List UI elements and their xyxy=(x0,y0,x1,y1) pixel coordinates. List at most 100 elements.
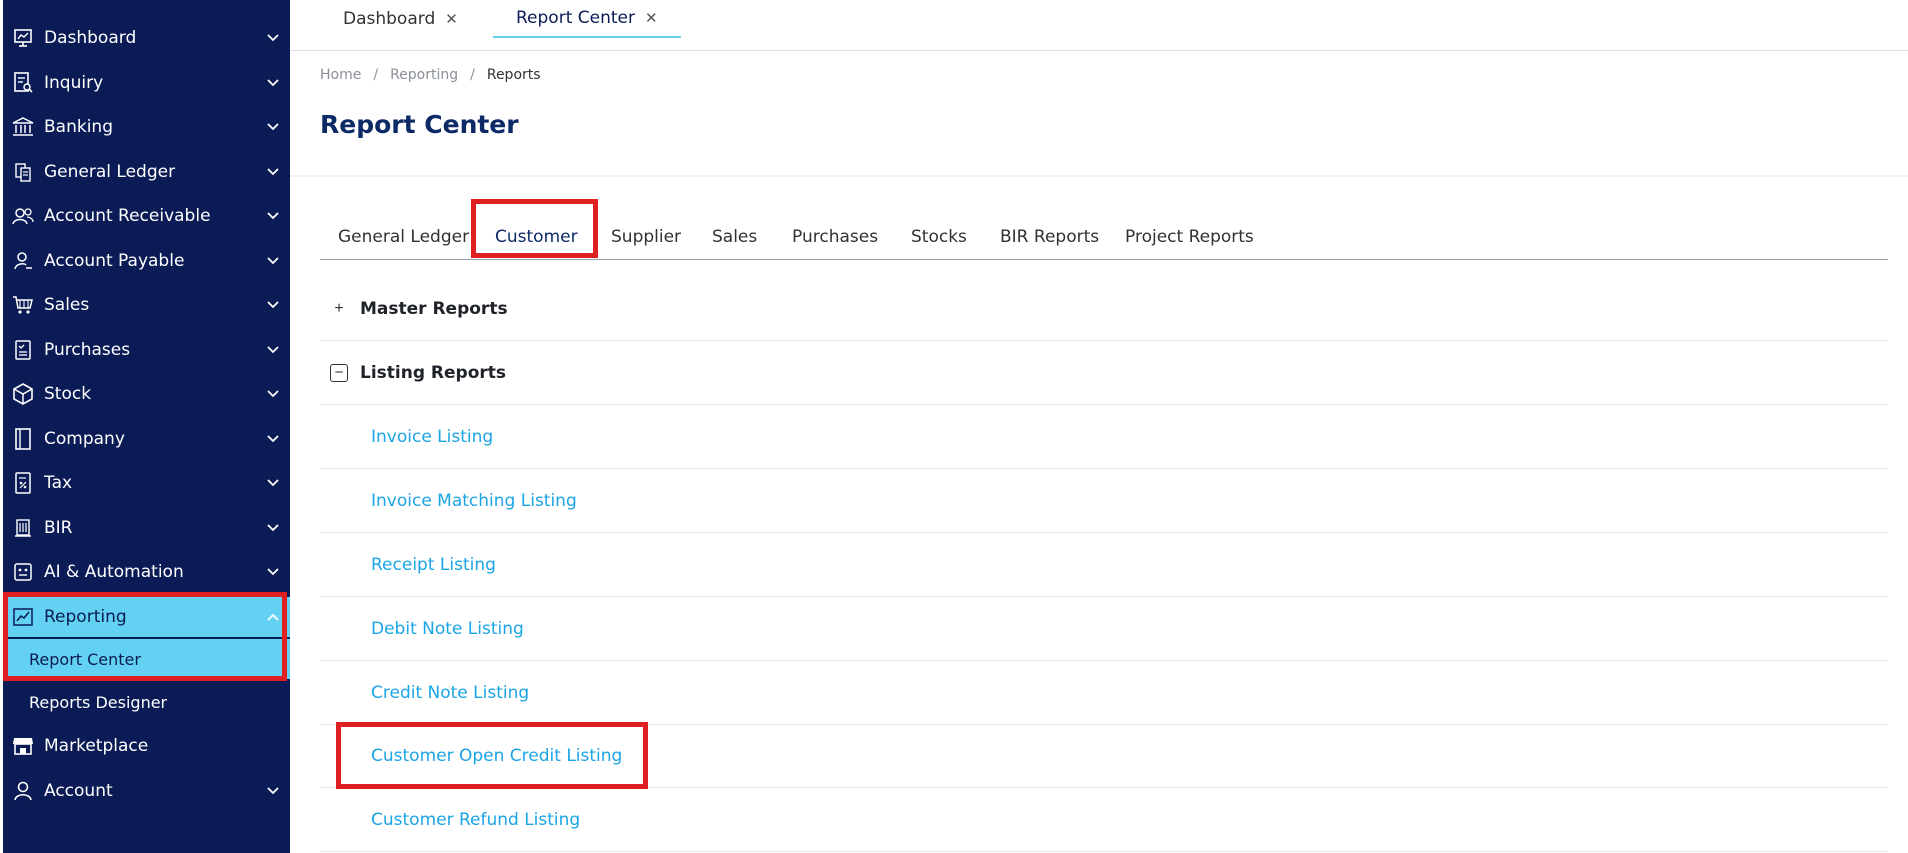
sidebar-item-account-receivable[interactable]: Account Receivable xyxy=(3,196,290,236)
sidebar-item-account[interactable]: Account xyxy=(3,771,290,811)
chart-icon xyxy=(12,606,34,628)
report-row: Customer Refund Listing xyxy=(320,788,1888,852)
chevron-down-icon xyxy=(266,432,280,446)
tab-label: Report Center xyxy=(516,8,635,28)
report-link-invoice-matching-listing[interactable]: Invoice Matching Listing xyxy=(371,491,577,511)
chevron-down-icon xyxy=(266,521,280,535)
report-link-debit-note-listing[interactable]: Debit Note Listing xyxy=(371,619,524,639)
top-tab-report-center[interactable]: Report Center ✕ xyxy=(493,0,681,38)
sidebar-item-label: AI & Automation xyxy=(44,562,184,582)
sidebar-item-ai-automation[interactable]: AI & Automation xyxy=(3,552,290,592)
sidebar-subitem-label: Reports Designer xyxy=(29,692,168,712)
receivable-icon xyxy=(12,205,34,227)
report-link-invoice-listing[interactable]: Invoice Listing xyxy=(371,427,493,447)
sidebar-item-general-ledger[interactable]: General Ledger xyxy=(3,152,290,192)
box-icon xyxy=(12,383,34,405)
report-row: Debit Note Listing xyxy=(320,597,1888,661)
chevron-down-icon xyxy=(266,298,280,312)
group-listing-reports: − Listing Reports xyxy=(320,341,1888,405)
group-label[interactable]: Listing Reports xyxy=(360,363,506,383)
app-root: Dashboard Inquiry Banking General Ledger xyxy=(0,0,1908,853)
breadcrumb-reporting[interactable]: Reporting xyxy=(390,67,458,83)
expand-icon[interactable]: + xyxy=(330,300,348,318)
sidebar-item-label: Banking xyxy=(44,117,113,137)
close-icon[interactable]: ✕ xyxy=(645,9,658,27)
chevron-down-icon xyxy=(266,476,280,490)
tab-customer[interactable]: Customer xyxy=(495,214,578,259)
sidebar-item-label: Reporting xyxy=(44,607,127,627)
sidebar-item-purchases[interactable]: Purchases xyxy=(3,330,290,370)
sidebar-item-label: BIR xyxy=(44,518,73,538)
breadcrumb: Home / Reporting / Reports xyxy=(320,67,541,83)
group-master-reports: + Master Reports xyxy=(320,277,1888,341)
report-row: Credit Note Listing xyxy=(320,661,1888,725)
sidebar-subitem-reports-designer[interactable]: Reports Designer xyxy=(3,682,290,722)
chevron-down-icon xyxy=(266,165,280,179)
collapse-icon[interactable]: − xyxy=(330,363,348,382)
report-link-credit-note-listing[interactable]: Credit Note Listing xyxy=(371,683,529,703)
bank-icon xyxy=(12,116,34,138)
report-link-receipt-listing[interactable]: Receipt Listing xyxy=(371,555,496,575)
chevron-down-icon xyxy=(266,209,280,223)
ledger-icon xyxy=(12,161,34,183)
breadcrumb-separator: / xyxy=(470,67,475,83)
bir-icon xyxy=(12,517,34,539)
sidebar-item-label: Stock xyxy=(44,384,92,404)
report-link-customer-open-credit-listing[interactable]: Customer Open Credit Listing xyxy=(371,746,622,766)
sidebar-item-account-payable[interactable]: Account Payable xyxy=(3,241,290,281)
report-row: Invoice Matching Listing xyxy=(320,469,1888,533)
report-row: Receipt Listing xyxy=(320,533,1888,597)
tab-bir-reports[interactable]: BIR Reports xyxy=(1000,214,1099,259)
inquiry-icon xyxy=(12,72,34,94)
sidebar-item-label: Sales xyxy=(44,295,90,315)
report-row: Customer Open Credit Listing xyxy=(320,724,1888,788)
group-label[interactable]: Master Reports xyxy=(360,299,508,319)
sidebar-item-dashboard[interactable]: Dashboard xyxy=(3,18,290,58)
report-row: Invoice Listing xyxy=(320,405,1888,469)
top-tab-bar: Dashboard ✕ Report Center ✕ xyxy=(290,0,1908,51)
sidebar-item-label: Company xyxy=(44,429,125,449)
sidebar-item-label: Account Payable xyxy=(44,251,185,271)
tab-project-reports[interactable]: Project Reports xyxy=(1125,214,1254,259)
breadcrumb-home[interactable]: Home xyxy=(320,67,361,83)
sidebar-item-banking[interactable]: Banking xyxy=(3,107,290,147)
sidebar-item-label: Tax xyxy=(44,473,73,493)
sidebar-item-reporting[interactable]: Reporting xyxy=(3,597,290,637)
tab-stocks[interactable]: Stocks xyxy=(911,214,967,259)
chevron-up-icon xyxy=(266,610,280,624)
chevron-down-icon xyxy=(266,120,280,134)
robot-icon xyxy=(12,561,34,583)
chevron-down-icon xyxy=(266,784,280,798)
chevron-down-icon xyxy=(266,387,280,401)
tab-purchases[interactable]: Purchases xyxy=(792,214,878,259)
sidebar: Dashboard Inquiry Banking General Ledger xyxy=(3,0,290,853)
sidebar-item-tax[interactable]: Tax xyxy=(3,463,290,503)
top-tab-dashboard[interactable]: Dashboard ✕ xyxy=(343,0,458,38)
page-title: Report Center xyxy=(320,110,519,139)
sidebar-item-company[interactable]: Company xyxy=(3,419,290,459)
payable-icon xyxy=(12,250,34,272)
sidebar-subitem-label: Report Center xyxy=(29,649,141,669)
sidebar-item-marketplace[interactable]: Marketplace xyxy=(3,726,290,766)
tab-sales[interactable]: Sales xyxy=(712,214,757,259)
tab-general-ledger[interactable]: General Ledger xyxy=(338,214,469,259)
chevron-down-icon xyxy=(266,565,280,579)
user-icon xyxy=(12,780,34,802)
sidebar-item-sales[interactable]: Sales xyxy=(3,285,290,325)
sidebar-item-label: Marketplace xyxy=(44,736,149,756)
breadcrumb-reports: Reports xyxy=(486,67,541,83)
report-link-customer-refund-listing[interactable]: Customer Refund Listing xyxy=(371,810,580,830)
sidebar-item-label: Account Receivable xyxy=(44,206,211,226)
sidebar-item-bir[interactable]: BIR xyxy=(3,508,290,548)
chevron-down-icon xyxy=(266,31,280,45)
sidebar-item-inquiry[interactable]: Inquiry xyxy=(3,63,290,103)
tab-supplier[interactable]: Supplier xyxy=(611,214,681,259)
sidebar-subitem-report-center[interactable]: Report Center xyxy=(3,639,290,679)
close-icon[interactable]: ✕ xyxy=(445,10,458,28)
chevron-down-icon xyxy=(266,343,280,357)
sidebar-item-label: General Ledger xyxy=(44,162,176,182)
company-icon xyxy=(12,428,34,450)
sidebar-item-stock[interactable]: Stock xyxy=(3,374,290,414)
report-tabs: General Ledger Customer Supplier Sales P… xyxy=(320,214,1888,260)
chevron-down-icon xyxy=(266,254,280,268)
